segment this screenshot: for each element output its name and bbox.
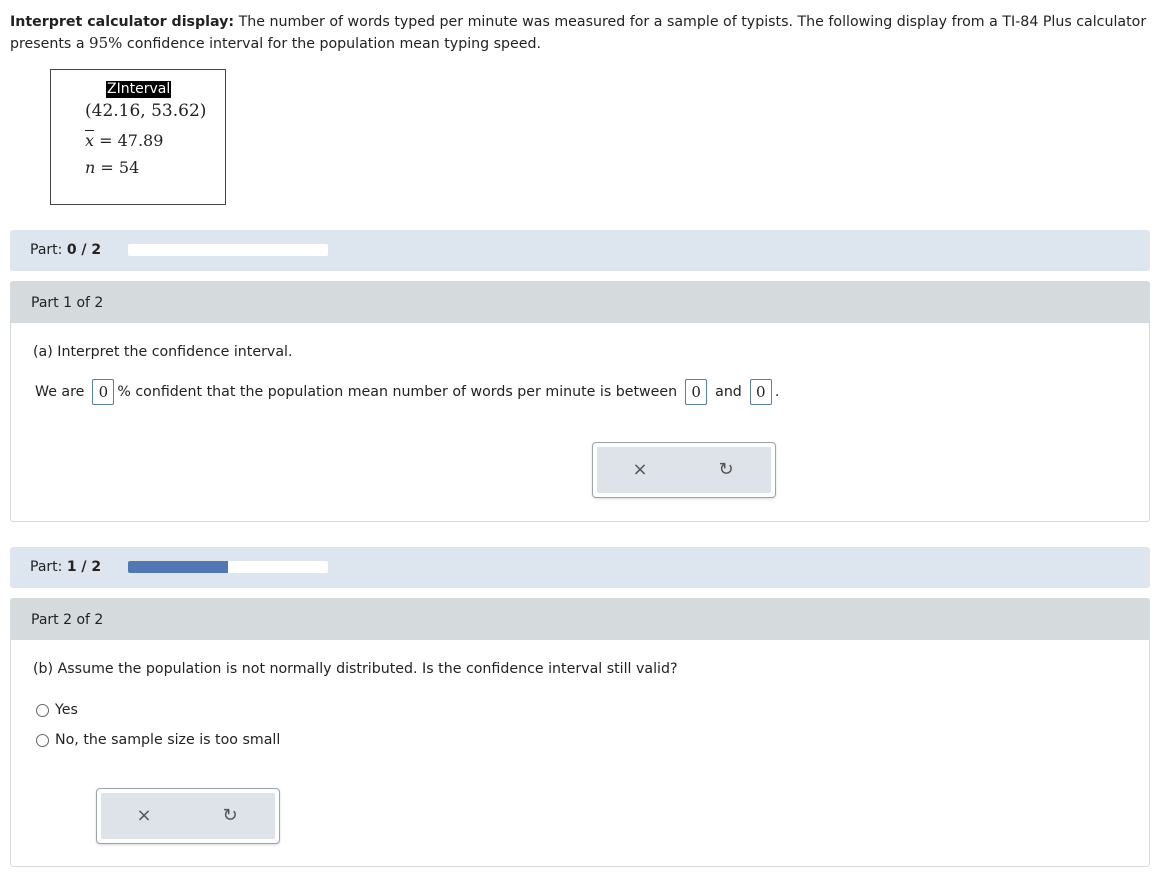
intro-percent: 95%	[89, 34, 123, 52]
sentence-text-4: .	[774, 384, 780, 400]
problem-intro: Interpret calculator display: The number…	[10, 12, 1156, 55]
part-1-question: (a) Interpret the confidence interval.	[33, 344, 293, 360]
radio-yes[interactable]	[36, 703, 49, 717]
clear-icon[interactable]: ×	[136, 807, 151, 825]
calculator-mean: x = 47.89	[85, 131, 163, 150]
progress-panel-2: Part: 1 / 2	[10, 547, 1150, 588]
part-2-question: (b) Assume the population is not normall…	[33, 661, 678, 677]
n-value: = 54	[95, 158, 140, 177]
undo-icon[interactable]: ↻	[222, 807, 237, 825]
part-1-button-panel: × ↻	[592, 442, 776, 498]
undo-icon[interactable]: ↻	[718, 461, 733, 479]
progress-label-1: Part: 0 / 2	[30, 242, 101, 258]
calculator-display: ZInterval (42.16, 53.62) x = 47.89 n = 5…	[50, 69, 226, 205]
option-yes-label: Yes	[55, 702, 78, 718]
part-2-header-text: Part 2 of 2	[31, 612, 104, 628]
part-2-header: Part 2 of 2	[11, 599, 1149, 640]
part-1-header-text: Part 1 of 2	[31, 295, 104, 311]
progress-value-2: 1 / 2	[66, 559, 102, 575]
intro-text-2: confidence interval for the population m…	[122, 36, 542, 52]
xbar-symbol: x	[85, 131, 95, 150]
progress-track-2	[128, 561, 328, 573]
option-no-label: No, the sample size is too small	[55, 732, 281, 748]
part-1-sentence: We are 0 % confident that the population…	[35, 379, 779, 405]
progress-label-2: Part: 1 / 2	[30, 559, 101, 575]
part-1-header: Part 1 of 2	[11, 282, 1149, 323]
progress-track-1	[128, 244, 328, 256]
calculator-n: n = 54	[85, 158, 139, 177]
option-no[interactable]: No, the sample size is too small	[36, 732, 280, 748]
part-1-button-tray: × ↻	[597, 447, 771, 493]
calculator-title: ZInterval	[106, 81, 172, 98]
sentence-text-1: We are	[35, 384, 85, 400]
intro-heading: Interpret calculator display:	[10, 14, 235, 30]
confidence-level-input[interactable]: 0	[92, 379, 115, 405]
xbar-value: = 47.89	[94, 131, 164, 150]
part-2-button-panel: × ↻	[96, 788, 280, 844]
part-2-button-tray: × ↻	[101, 793, 275, 839]
progress-label-text-1: Part:	[30, 242, 67, 258]
part-2-panel: Part 2 of 2 (b) Assume the population is…	[10, 598, 1150, 867]
clear-icon[interactable]: ×	[632, 461, 647, 479]
lower-bound-input[interactable]: 0	[685, 379, 708, 405]
part-1-panel: Part 1 of 2 (a) Interpret the confidence…	[10, 281, 1150, 522]
progress-value-1: 0 / 2	[66, 242, 102, 258]
radio-no[interactable]	[36, 733, 49, 747]
progress-label-text-2: Part:	[30, 559, 67, 575]
progress-fill-2	[128, 561, 228, 573]
calculator-interval: (42.16, 53.62)	[85, 101, 207, 121]
sentence-text-2: % confident that the population mean num…	[117, 384, 678, 400]
option-yes[interactable]: Yes	[36, 702, 78, 718]
upper-bound-input[interactable]: 0	[749, 379, 772, 405]
n-symbol: n	[85, 158, 96, 177]
progress-panel-1: Part: 0 / 2	[10, 230, 1150, 271]
sentence-text-3: and	[715, 384, 742, 400]
